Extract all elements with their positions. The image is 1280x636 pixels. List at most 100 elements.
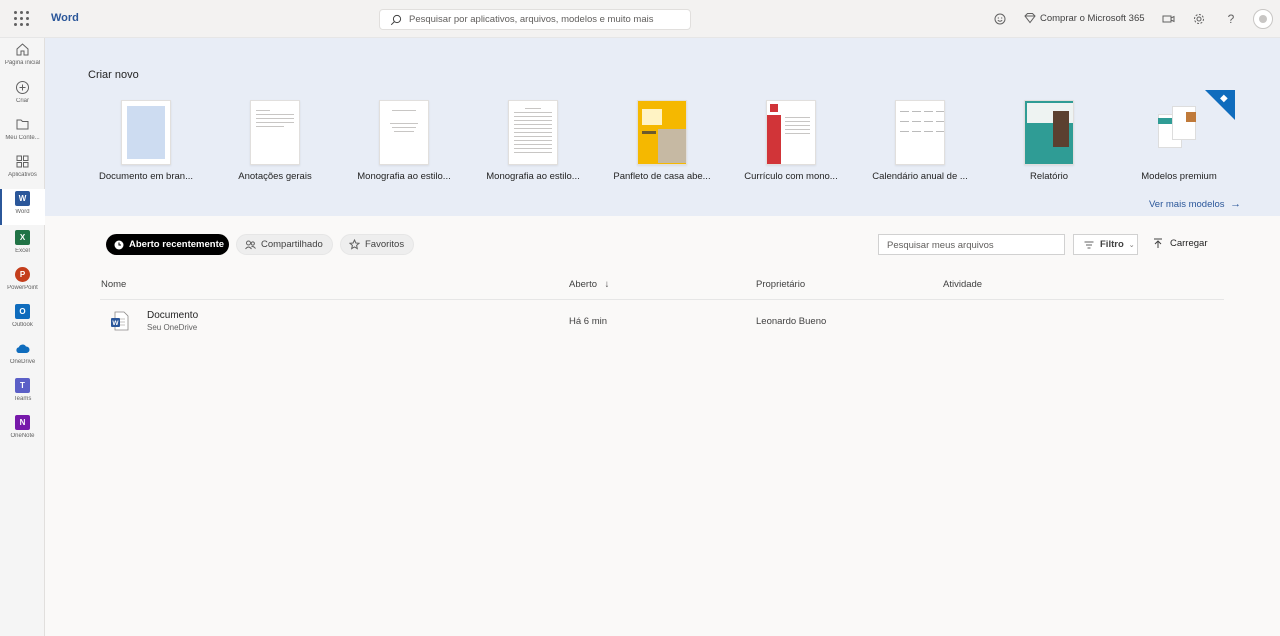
plus-circle-icon [16, 81, 29, 94]
create-new-section: Criar novo Documento em bran... Anotaçõe… [45, 38, 1280, 216]
clock-icon [114, 240, 124, 250]
filter-label: Filtro [1100, 239, 1124, 250]
template-thumbnail [379, 100, 429, 165]
column-header-name[interactable]: Nome [101, 279, 126, 290]
powerpoint-app-icon: P [15, 267, 30, 282]
header-divider [100, 299, 1224, 300]
rail-label: Word [15, 209, 30, 215]
template-blank-document[interactable]: Documento em bran... [86, 100, 206, 190]
rail-label: Excel [15, 248, 30, 254]
rail-item-outlook[interactable]: O Outlook [0, 302, 45, 338]
rail-item-my-content[interactable]: Meu Conte... [0, 115, 45, 151]
tab-recently-opened[interactable]: Aberto recentemente [106, 234, 229, 255]
filter-button[interactable]: Filtro ⌄ [1073, 234, 1138, 255]
user-avatar[interactable] [1253, 9, 1273, 29]
app-name[interactable]: Word [51, 12, 79, 24]
rail-item-excel[interactable]: X Excel [0, 228, 45, 264]
search-icon [390, 14, 402, 26]
app-launcher-icon[interactable] [14, 11, 30, 27]
column-header-opened[interactable]: Aberto ↓ [569, 279, 609, 290]
rail-label: Meu Conte... [5, 135, 40, 141]
rail-item-onedrive[interactable]: OneDrive [0, 339, 45, 375]
table-row[interactable]: W Documento Seu OneDrive Há 6 min Leonar… [100, 302, 1224, 340]
star-icon [349, 239, 360, 250]
template-monograph-2[interactable]: Monografia ao estilo... [473, 100, 593, 190]
upload-arrow-icon [1153, 238, 1163, 249]
settings-gear-icon[interactable] [1191, 11, 1207, 27]
rail-label: Teams [13, 396, 32, 402]
top-bar: Word Pesquisar por aplicativos, arquivos… [0, 0, 1280, 38]
template-name: Documento em bran... [99, 171, 193, 182]
template-thumbnail [766, 100, 816, 165]
rail-label: Criar [16, 98, 29, 104]
template-monograph-1[interactable]: Monografia ao estilo... [344, 100, 464, 190]
excel-app-icon: X [15, 230, 30, 245]
rail-label: Página inicial [4, 60, 41, 66]
template-name: Panfleto de casa abe... [613, 171, 711, 182]
more-templates-link[interactable]: Ver mais modelos → [1149, 198, 1241, 210]
rail-label: OneDrive [9, 359, 36, 365]
template-resume-monogram[interactable]: Currículo com mono... [731, 100, 851, 190]
rail-label: OneNote [10, 433, 35, 439]
rail-item-word[interactable]: W Word [0, 189, 45, 225]
onenote-app-icon: N [15, 415, 30, 430]
feedback-smile-icon[interactable] [992, 11, 1008, 27]
word-app-icon: W [15, 191, 30, 206]
chevron-down-icon: ⌄ [1128, 241, 1135, 249]
tab-label: Favoritos [365, 239, 405, 250]
more-templates-label: Ver mais modelos [1149, 199, 1225, 210]
file-opened-time: Há 6 min [569, 316, 608, 327]
template-thumbnail [508, 100, 558, 165]
template-thumbnail [637, 100, 687, 165]
tab-label: Compartilhado [261, 239, 323, 250]
rail-item-create[interactable]: Criar [0, 78, 45, 114]
template-report[interactable]: Relatório [989, 100, 1109, 190]
create-new-title: Criar novo [88, 69, 139, 81]
left-app-rail: Página inicial Criar Meu Conte... Aplica… [0, 38, 45, 636]
rail-label: Aplicativos [8, 172, 37, 178]
template-thumbnail [1154, 100, 1204, 165]
template-open-house-flyer[interactable]: Panfleto de casa abe... [602, 100, 722, 190]
people-icon [245, 240, 256, 250]
column-header-opened-label: Aberto [569, 279, 597, 290]
folder-icon [16, 119, 29, 130]
template-name: Modelos premium [1141, 171, 1217, 182]
rail-label: Outlook [12, 322, 33, 328]
global-search-placeholder: Pesquisar por aplicativos, arquivos, mod… [409, 14, 654, 25]
upload-button[interactable]: Carregar [1153, 238, 1208, 249]
word-document-icon: W [111, 311, 129, 331]
rail-item-apps[interactable]: Aplicativos [0, 152, 45, 188]
buy-microsoft-365-link[interactable]: Comprar o Microsoft 365 [1040, 13, 1145, 24]
template-thumbnail [250, 100, 300, 165]
rail-item-home[interactable]: Página inicial [0, 40, 45, 76]
template-thumbnail [121, 100, 171, 165]
teams-app-icon: T [15, 378, 30, 393]
apps-grid-icon [16, 155, 29, 168]
help-question-icon[interactable]: ? [1223, 11, 1239, 27]
template-thumbnail [895, 100, 945, 165]
template-name: Monografia ao estilo... [357, 171, 451, 182]
template-general-notes[interactable]: Anotações gerais [215, 100, 335, 190]
search-my-files-input[interactable]: Pesquisar meus arquivos [878, 234, 1065, 255]
file-name[interactable]: Documento [147, 310, 198, 321]
column-header-activity[interactable]: Atividade [943, 279, 982, 290]
template-annual-calendar[interactable]: Calendário anual de ... [860, 100, 980, 190]
onedrive-cloud-icon [16, 344, 30, 353]
template-name: Calendário anual de ... [872, 171, 968, 182]
outlook-app-icon: O [15, 304, 30, 319]
arrow-right-icon: → [1230, 198, 1242, 210]
meet-now-icon[interactable] [1160, 11, 1176, 27]
tab-favorites[interactable]: Favoritos [340, 234, 415, 255]
tab-shared[interactable]: Compartilhado [236, 234, 333, 255]
sort-arrow-down-icon: ↓ [604, 279, 610, 290]
home-icon [16, 43, 29, 56]
global-search-box[interactable]: Pesquisar por aplicativos, arquivos, mod… [379, 9, 691, 30]
rail-label: PowerPoint [7, 285, 38, 291]
rail-item-onenote[interactable]: N OneNote [0, 413, 45, 449]
template-thumbnail [1024, 100, 1074, 165]
diamond-icon [1024, 13, 1036, 24]
filter-lines-icon [1084, 241, 1094, 249]
rail-item-powerpoint[interactable]: P PowerPoint [0, 265, 45, 301]
column-header-owner[interactable]: Proprietário [756, 279, 805, 290]
rail-item-teams[interactable]: T Teams [0, 376, 45, 412]
